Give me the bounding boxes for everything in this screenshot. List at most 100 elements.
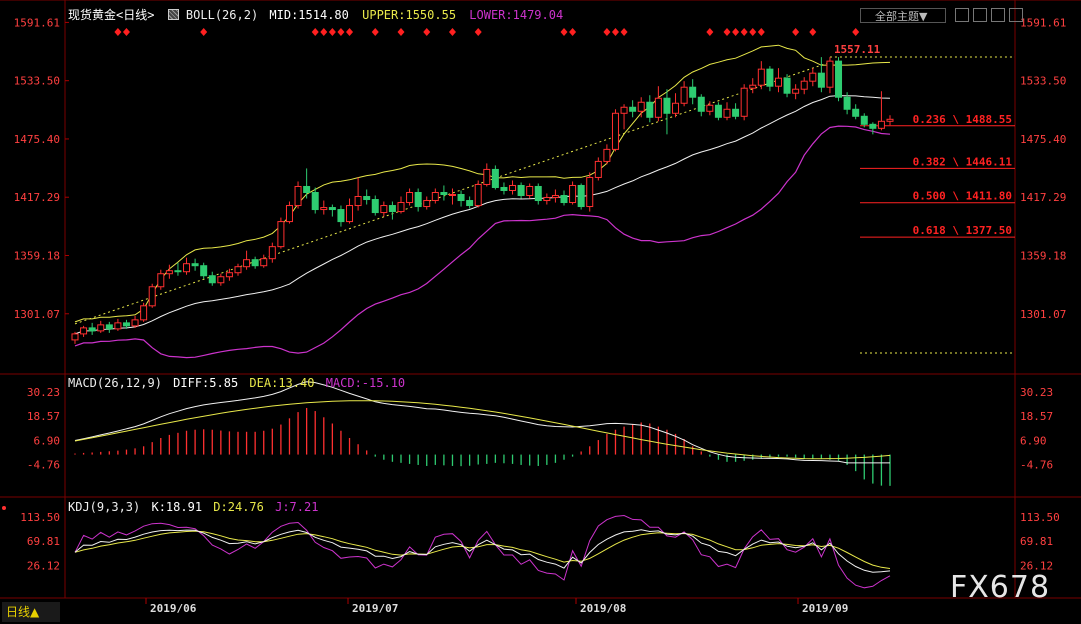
signal-diamond: [620, 28, 628, 36]
candle-body: [551, 195, 559, 199]
signal-diamond: [337, 28, 345, 36]
candle-body: [509, 184, 517, 191]
candle-body: [877, 120, 885, 129]
price-tick-left: 1301.07: [14, 308, 60, 321]
candle-body: [689, 86, 697, 98]
candle-body: [697, 96, 705, 112]
candle-body: [611, 112, 619, 150]
candle-body: [200, 265, 208, 277]
candle-body: [620, 106, 628, 114]
candle-body: [826, 60, 834, 88]
restore-icon[interactable]: [973, 8, 987, 22]
macd-tick-left: -4.76: [27, 458, 60, 471]
candle-body: [852, 108, 860, 117]
theme-dropdown[interactable]: 全部主题▼: [860, 8, 946, 23]
signal-diamond: [792, 28, 800, 36]
minimize-icon[interactable]: [955, 8, 969, 22]
candle-body: [363, 196, 371, 201]
signal-diamond: [320, 28, 328, 36]
candle-body: [71, 333, 79, 341]
candle-body: [757, 68, 765, 86]
candle-body: [629, 106, 637, 112]
price-tick-left: 1359.18: [14, 249, 60, 262]
maximize-icon[interactable]: [991, 8, 1005, 22]
boll-mid-line: [74, 95, 891, 335]
candle-body: [337, 209, 345, 223]
candle-body: [860, 115, 868, 125]
candle-body: [706, 104, 714, 112]
macd-tick-left: 30.23: [27, 386, 60, 399]
candle-body: [380, 205, 388, 214]
candle-body: [208, 275, 216, 284]
date-label: 2019/06: [150, 602, 197, 615]
candle-body: [88, 327, 96, 332]
boll-icon[interactable]: [167, 9, 179, 20]
candle-body: [466, 200, 474, 207]
boll-lower: LOWER:1479.04: [469, 8, 564, 22]
macd-dea: DEA:13.40: [249, 376, 315, 390]
fib-label: 0.618 \ 1377.50: [913, 224, 1012, 237]
candle-body: [328, 207, 336, 211]
candle-body: [303, 185, 311, 193]
kdj-tick-left: 26.12: [27, 560, 60, 573]
candle-body: [346, 205, 354, 223]
price-tick-right: 1533.50: [1020, 75, 1066, 88]
close-icon[interactable]: [1009, 8, 1023, 22]
candle-body: [594, 160, 602, 178]
candlesticks: [71, 57, 894, 344]
price-tick-left: 1591.61: [14, 16, 60, 29]
candle-body: [371, 199, 379, 214]
kdj-d: D:24.76: [213, 500, 264, 514]
candle-body: [217, 276, 225, 284]
candle-body: [483, 168, 491, 185]
candle-body: [560, 195, 568, 204]
candle-body: [783, 77, 791, 94]
candle-body: [140, 305, 148, 321]
candle-body: [672, 102, 680, 114]
candle-body: [534, 185, 542, 202]
signal-diamond: [603, 28, 611, 36]
candle-body: [491, 168, 499, 188]
candle-body: [817, 72, 825, 88]
candle-body: [526, 185, 534, 197]
price-chart-svg: 1591.61 1591.61 1533.50 1533.50 1475.40 1475.…: [0, 0, 1081, 615]
signal-markers: [114, 28, 860, 36]
signal-diamond: [114, 28, 122, 36]
tab-daily[interactable]: 日线▲: [2, 602, 60, 622]
candle-body: [440, 191, 448, 196]
candle-body: [800, 80, 808, 90]
candle-body: [569, 184, 577, 204]
boll-mid: MID:1514.80: [269, 8, 349, 22]
candle-body: [122, 322, 130, 327]
price-header: 现货黄金<日线> BOLL(26,2) MID:1514.80 UPPER:15…: [68, 6, 563, 23]
candle-body: [732, 108, 740, 117]
candle-body: [320, 207, 328, 211]
candle-body: [543, 197, 551, 202]
kdj-j-line: [74, 514, 891, 589]
candle-body: [251, 259, 259, 267]
candle-body: [586, 176, 594, 208]
candle-body: [869, 123, 877, 129]
candle-body: [97, 324, 105, 332]
candle-body: [114, 322, 122, 330]
candle-body: [774, 77, 782, 87]
macd-dea-line: [74, 400, 891, 460]
watermark: FX678: [950, 570, 1051, 605]
candle-body: [680, 86, 688, 104]
macd-tick-right: 18.57: [1020, 410, 1053, 423]
macd-value: MACD:-15.10: [325, 376, 406, 390]
kdj-label: KDJ(9,3,3): [68, 500, 141, 514]
price-tick-right: 1417.29: [1020, 191, 1066, 204]
candle-body: [577, 184, 585, 208]
signal-diamond: [371, 28, 379, 36]
chart-window: { "header": { "symbol": "现货黄金<日线>", "bol…: [0, 0, 1081, 624]
signal-diamond: [346, 28, 354, 36]
kdj-k: K:18.91: [151, 500, 203, 514]
kdj-tick-right: 113.50: [1020, 511, 1060, 524]
candle-body: [457, 194, 465, 202]
candle-body: [157, 273, 165, 288]
candle-body: [105, 324, 113, 330]
candle-body: [285, 205, 293, 223]
candle-body: [243, 259, 251, 268]
candle-body: [474, 183, 482, 207]
